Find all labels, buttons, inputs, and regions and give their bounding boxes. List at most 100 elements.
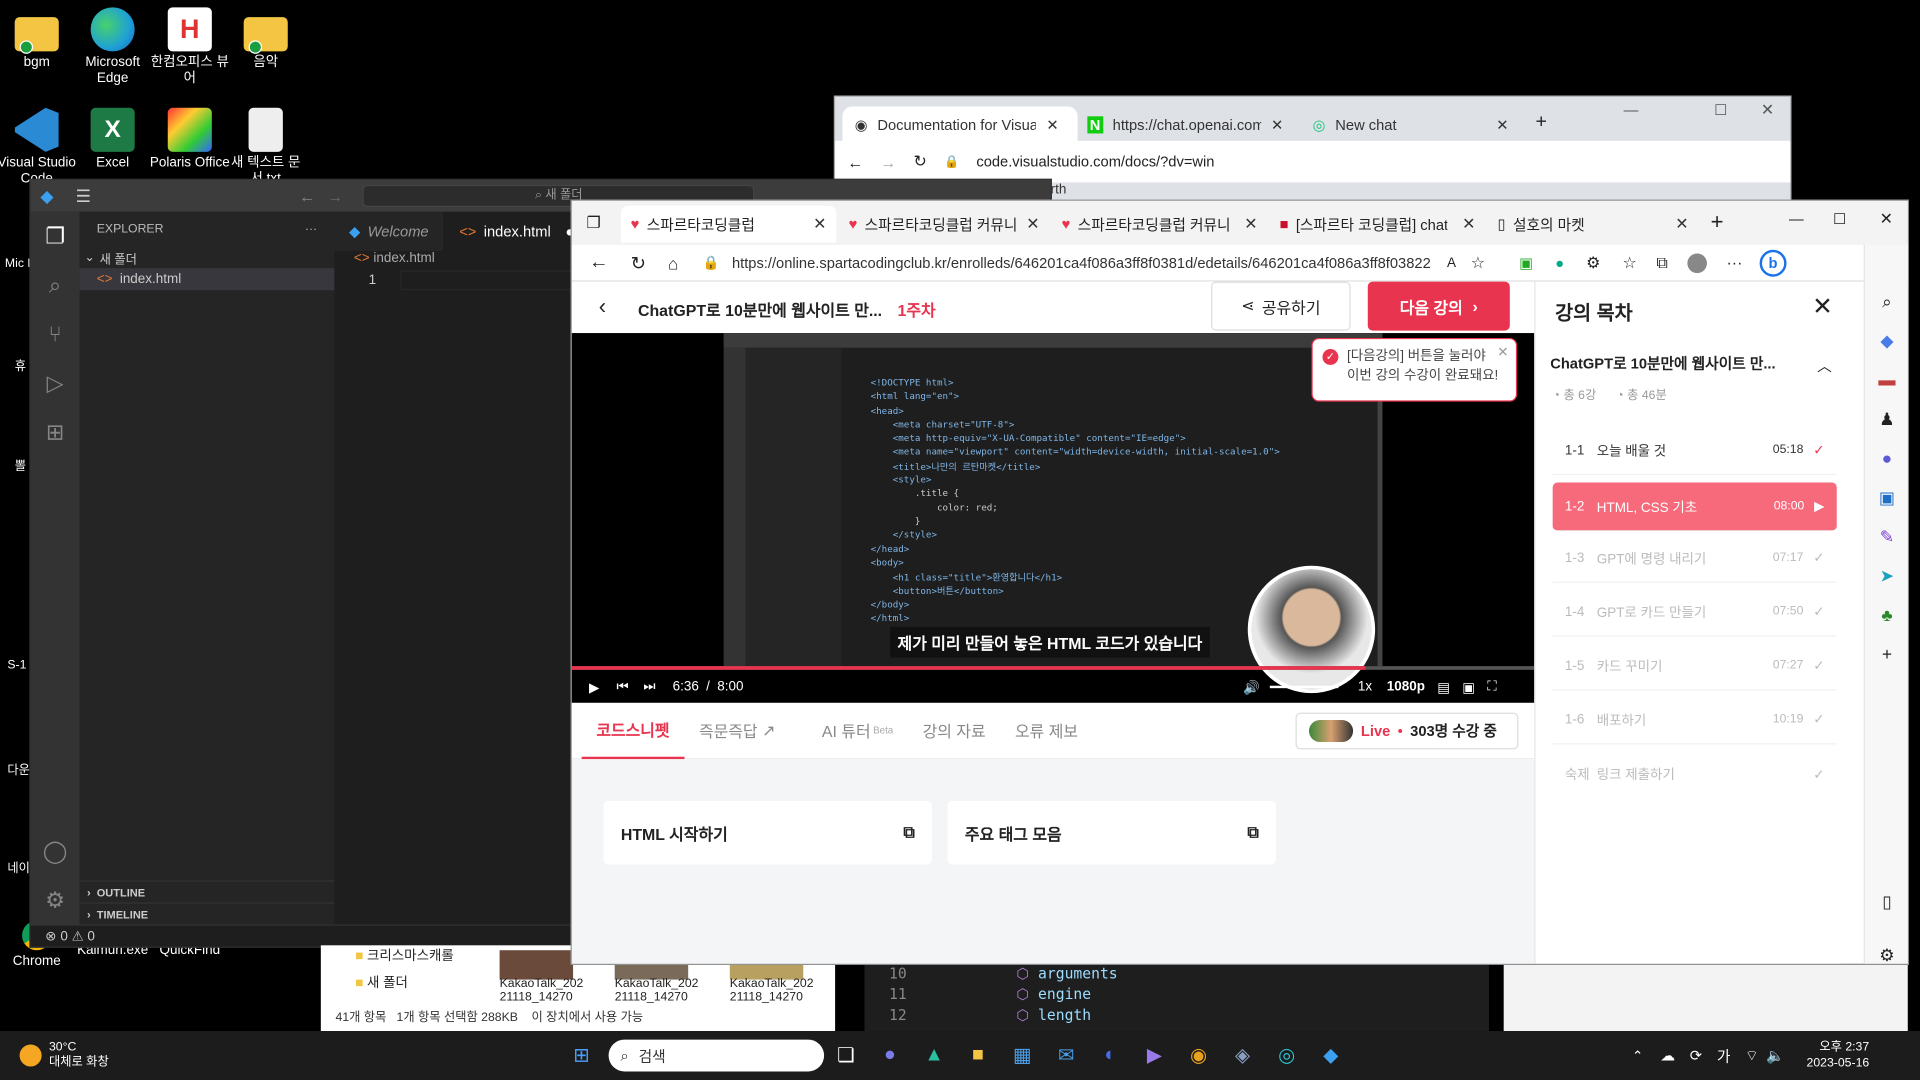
- toc-item[interactable]: 1-4 GPT로 카드 만들기 07:50 ✓: [1552, 588, 1837, 637]
- close-icon[interactable]: ✕: [1497, 344, 1508, 364]
- toc-item[interactable]: 1-6 배포하기 10:19 ✓: [1552, 696, 1837, 745]
- edge-tab-sparta[interactable]: ♥ 스파르타코딩클럽 ✕: [620, 205, 837, 243]
- copilot-icon[interactable]: ●: [1865, 438, 1909, 477]
- menu-icon[interactable]: ☰: [76, 186, 91, 207]
- extension-icon[interactable]: ●: [1555, 254, 1564, 271]
- app-icon[interactable]: ◐: [1088, 1033, 1132, 1077]
- tree-icon[interactable]: ♣: [1865, 595, 1909, 634]
- search-icon[interactable]: ⌕: [31, 261, 80, 310]
- forward-icon[interactable]: →: [880, 152, 896, 170]
- minimize-icon[interactable]: ―: [1624, 102, 1639, 119]
- folder-item[interactable]: ■ 새 폴더: [355, 972, 408, 992]
- source-control-icon[interactable]: ⑂: [31, 310, 80, 359]
- new-tab-button[interactable]: +: [1536, 111, 1547, 133]
- close-icon[interactable]: ✕: [1026, 214, 1039, 234]
- desktop-icon-excel[interactable]: X Excel: [69, 107, 157, 171]
- edge-tab-market[interactable]: ▯ 설호의 마켓 ✕: [1488, 206, 1699, 243]
- wifi-icon[interactable]: ⌔: [1745, 1046, 1759, 1064]
- profile-avatar[interactable]: [1687, 252, 1707, 273]
- file-tree-item-index[interactable]: <> index.html: [79, 268, 335, 291]
- chrome-icon[interactable]: ◉: [1176, 1033, 1220, 1077]
- folder-tree-root[interactable]: ⌄ 새 폴더: [80, 246, 335, 268]
- read-aloud-icon[interactable]: A: [1447, 255, 1456, 270]
- quality-button[interactable]: 1080p: [1387, 680, 1425, 695]
- close-icon[interactable]: ✕: [1046, 116, 1058, 133]
- gear-icon[interactable]: ⚙: [1865, 936, 1909, 975]
- close-icon[interactable]: ✕: [1761, 100, 1774, 120]
- next-lecture-button[interactable]: 다음 강의 ›: [1367, 281, 1510, 331]
- edge-tab-chatgpt-course[interactable]: ■[스파르타 코딩클럽] chatGP✕: [1270, 206, 1486, 243]
- symbol-item[interactable]: ⬡ arguments: [1016, 965, 1117, 982]
- favorite-add-icon[interactable]: ☆: [1471, 253, 1485, 273]
- close-icon[interactable]: ✕: [813, 214, 826, 234]
- chrome-tab-newchat[interactable]: ◎ New chat ✕: [1300, 107, 1520, 144]
- prev-icon[interactable]: ⏮: [616, 679, 628, 695]
- collections-icon[interactable]: ⧉: [1656, 253, 1667, 273]
- play-icon[interactable]: ▶: [589, 679, 599, 695]
- close-icon[interactable]: ✕: [1244, 214, 1257, 234]
- favorites-icon[interactable]: ☆: [1622, 253, 1636, 273]
- tab-welcome[interactable]: ◆ Welcome: [334, 211, 445, 252]
- minimize-icon[interactable]: ―: [1789, 211, 1804, 228]
- edge-tab-community[interactable]: ♥ 스파르타코딩클럽 커뮤니티 ✕: [839, 206, 1050, 243]
- edge-tab-community-2[interactable]: ♥ 스파르타코딩클럽 커뮤니티 ✕: [1052, 206, 1268, 243]
- breadcrumb[interactable]: <> index.html: [354, 251, 435, 266]
- toolbox-icon[interactable]: ▬: [1865, 360, 1909, 399]
- add-icon[interactable]: +: [1865, 634, 1909, 673]
- folder-item[interactable]: ■ 크리스마스캐롤: [355, 945, 454, 965]
- volume-icon[interactable]: 🔊: [1243, 679, 1260, 695]
- tab-qna[interactable]: 즉문즉답 ↗: [684, 702, 790, 758]
- chrome-tab-vscode-docs[interactable]: ◉Documentation for Visual Stu✕: [842, 106, 1078, 144]
- chrome-tab-openai[interactable]: Nhttps://chat.openai.com/chat✕: [1075, 107, 1295, 144]
- weather-widget[interactable]: 30°C 대체로 화창: [49, 1040, 109, 1071]
- share-button[interactable]: ⋖ 공유하기: [1211, 281, 1351, 331]
- tab-actions-icon[interactable]: ❐: [587, 213, 601, 233]
- explorer-icon[interactable]: ❐: [31, 212, 80, 261]
- extensions-icon[interactable]: ⚙: [1586, 253, 1600, 273]
- pip-icon[interactable]: ▣: [1462, 679, 1475, 695]
- forward-icon[interactable]: →: [327, 187, 343, 205]
- account-icon[interactable]: ◯: [31, 827, 80, 876]
- new-tab-button[interactable]: +: [1711, 209, 1724, 235]
- close-icon[interactable]: ✕: [1812, 291, 1833, 322]
- outlook-icon[interactable]: ▣: [1865, 478, 1909, 517]
- reload-icon[interactable]: ↻: [631, 252, 646, 274]
- edge-icon[interactable]: ◎: [1265, 1033, 1309, 1077]
- close-icon[interactable]: ✕: [1496, 116, 1508, 133]
- more-icon[interactable]: ···: [305, 222, 317, 235]
- extension-icon[interactable]: ▣: [1519, 254, 1533, 271]
- volume-icon[interactable]: 🔈: [1766, 1047, 1784, 1064]
- close-icon[interactable]: ✕: [1675, 214, 1688, 234]
- back-icon[interactable]: ‹: [599, 294, 606, 320]
- tag-icon[interactable]: ◆: [1865, 321, 1909, 360]
- run-debug-icon[interactable]: ▷: [31, 359, 80, 408]
- taskbar-search[interactable]: ⌕ 검색: [608, 1039, 824, 1072]
- desktop-icon-edge[interactable]: Microsoft Edge: [69, 7, 157, 86]
- weather-icon[interactable]: [19, 1044, 42, 1067]
- tab-bug-report[interactable]: 오류 제보: [1000, 702, 1092, 758]
- snippet-card-main-tags[interactable]: 주요 태그 모음 ⧉: [947, 800, 1276, 865]
- tab-ai-tutor[interactable]: AI 튜터 Beta: [807, 702, 908, 758]
- task-view-icon[interactable]: ❏: [824, 1033, 868, 1077]
- sync-icon[interactable]: ⟳: [1690, 1047, 1702, 1064]
- second-editor-window[interactable]: 10 ⬡ arguments 11 ⬡ engine 12 ⬡ length: [864, 964, 1489, 1032]
- edge-window[interactable]: ❐ ♥ 스파르타코딩클럽 ✕ ♥ 스파르타코딩클럽 커뮤니티 ✕ ♥ 스파르타코딩클럽 커…: [570, 199, 1909, 965]
- desktop-icon-music[interactable]: 음악: [222, 10, 310, 71]
- toc-item[interactable]: 1-1 오늘 배울 것 05:18 ✓: [1552, 426, 1837, 476]
- app-icon[interactable]: ▲: [912, 1033, 956, 1077]
- outline-section[interactable]: › OUTLINE: [79, 880, 335, 902]
- back-icon[interactable]: ←: [299, 187, 315, 205]
- toc-item[interactable]: 1-3 GPT에 명령 내리기 07:17 ✓: [1552, 534, 1837, 583]
- chrome-address-bar[interactable]: code.visualstudio.com/docs/?dv=win: [976, 153, 1588, 170]
- clock[interactable]: 오후 2:37 2023-05-16: [1807, 1040, 1870, 1072]
- close-icon[interactable]: ✕: [1880, 209, 1893, 229]
- toc-item[interactable]: 1-5 카드 꾸미기 07:27 ✓: [1552, 642, 1837, 691]
- back-icon[interactable]: ←: [847, 152, 863, 170]
- app-icon[interactable]: ◈: [1221, 1033, 1265, 1077]
- chevron-up-icon[interactable]: ⌃: [1632, 1048, 1643, 1064]
- games-icon[interactable]: ♟: [1865, 399, 1909, 438]
- designer-icon[interactable]: ✎: [1865, 517, 1909, 556]
- tab-code-snippet[interactable]: 코드스니펫: [581, 702, 685, 759]
- ime-indicator[interactable]: 가: [1717, 1045, 1731, 1066]
- speed-button[interactable]: 1x: [1358, 680, 1372, 695]
